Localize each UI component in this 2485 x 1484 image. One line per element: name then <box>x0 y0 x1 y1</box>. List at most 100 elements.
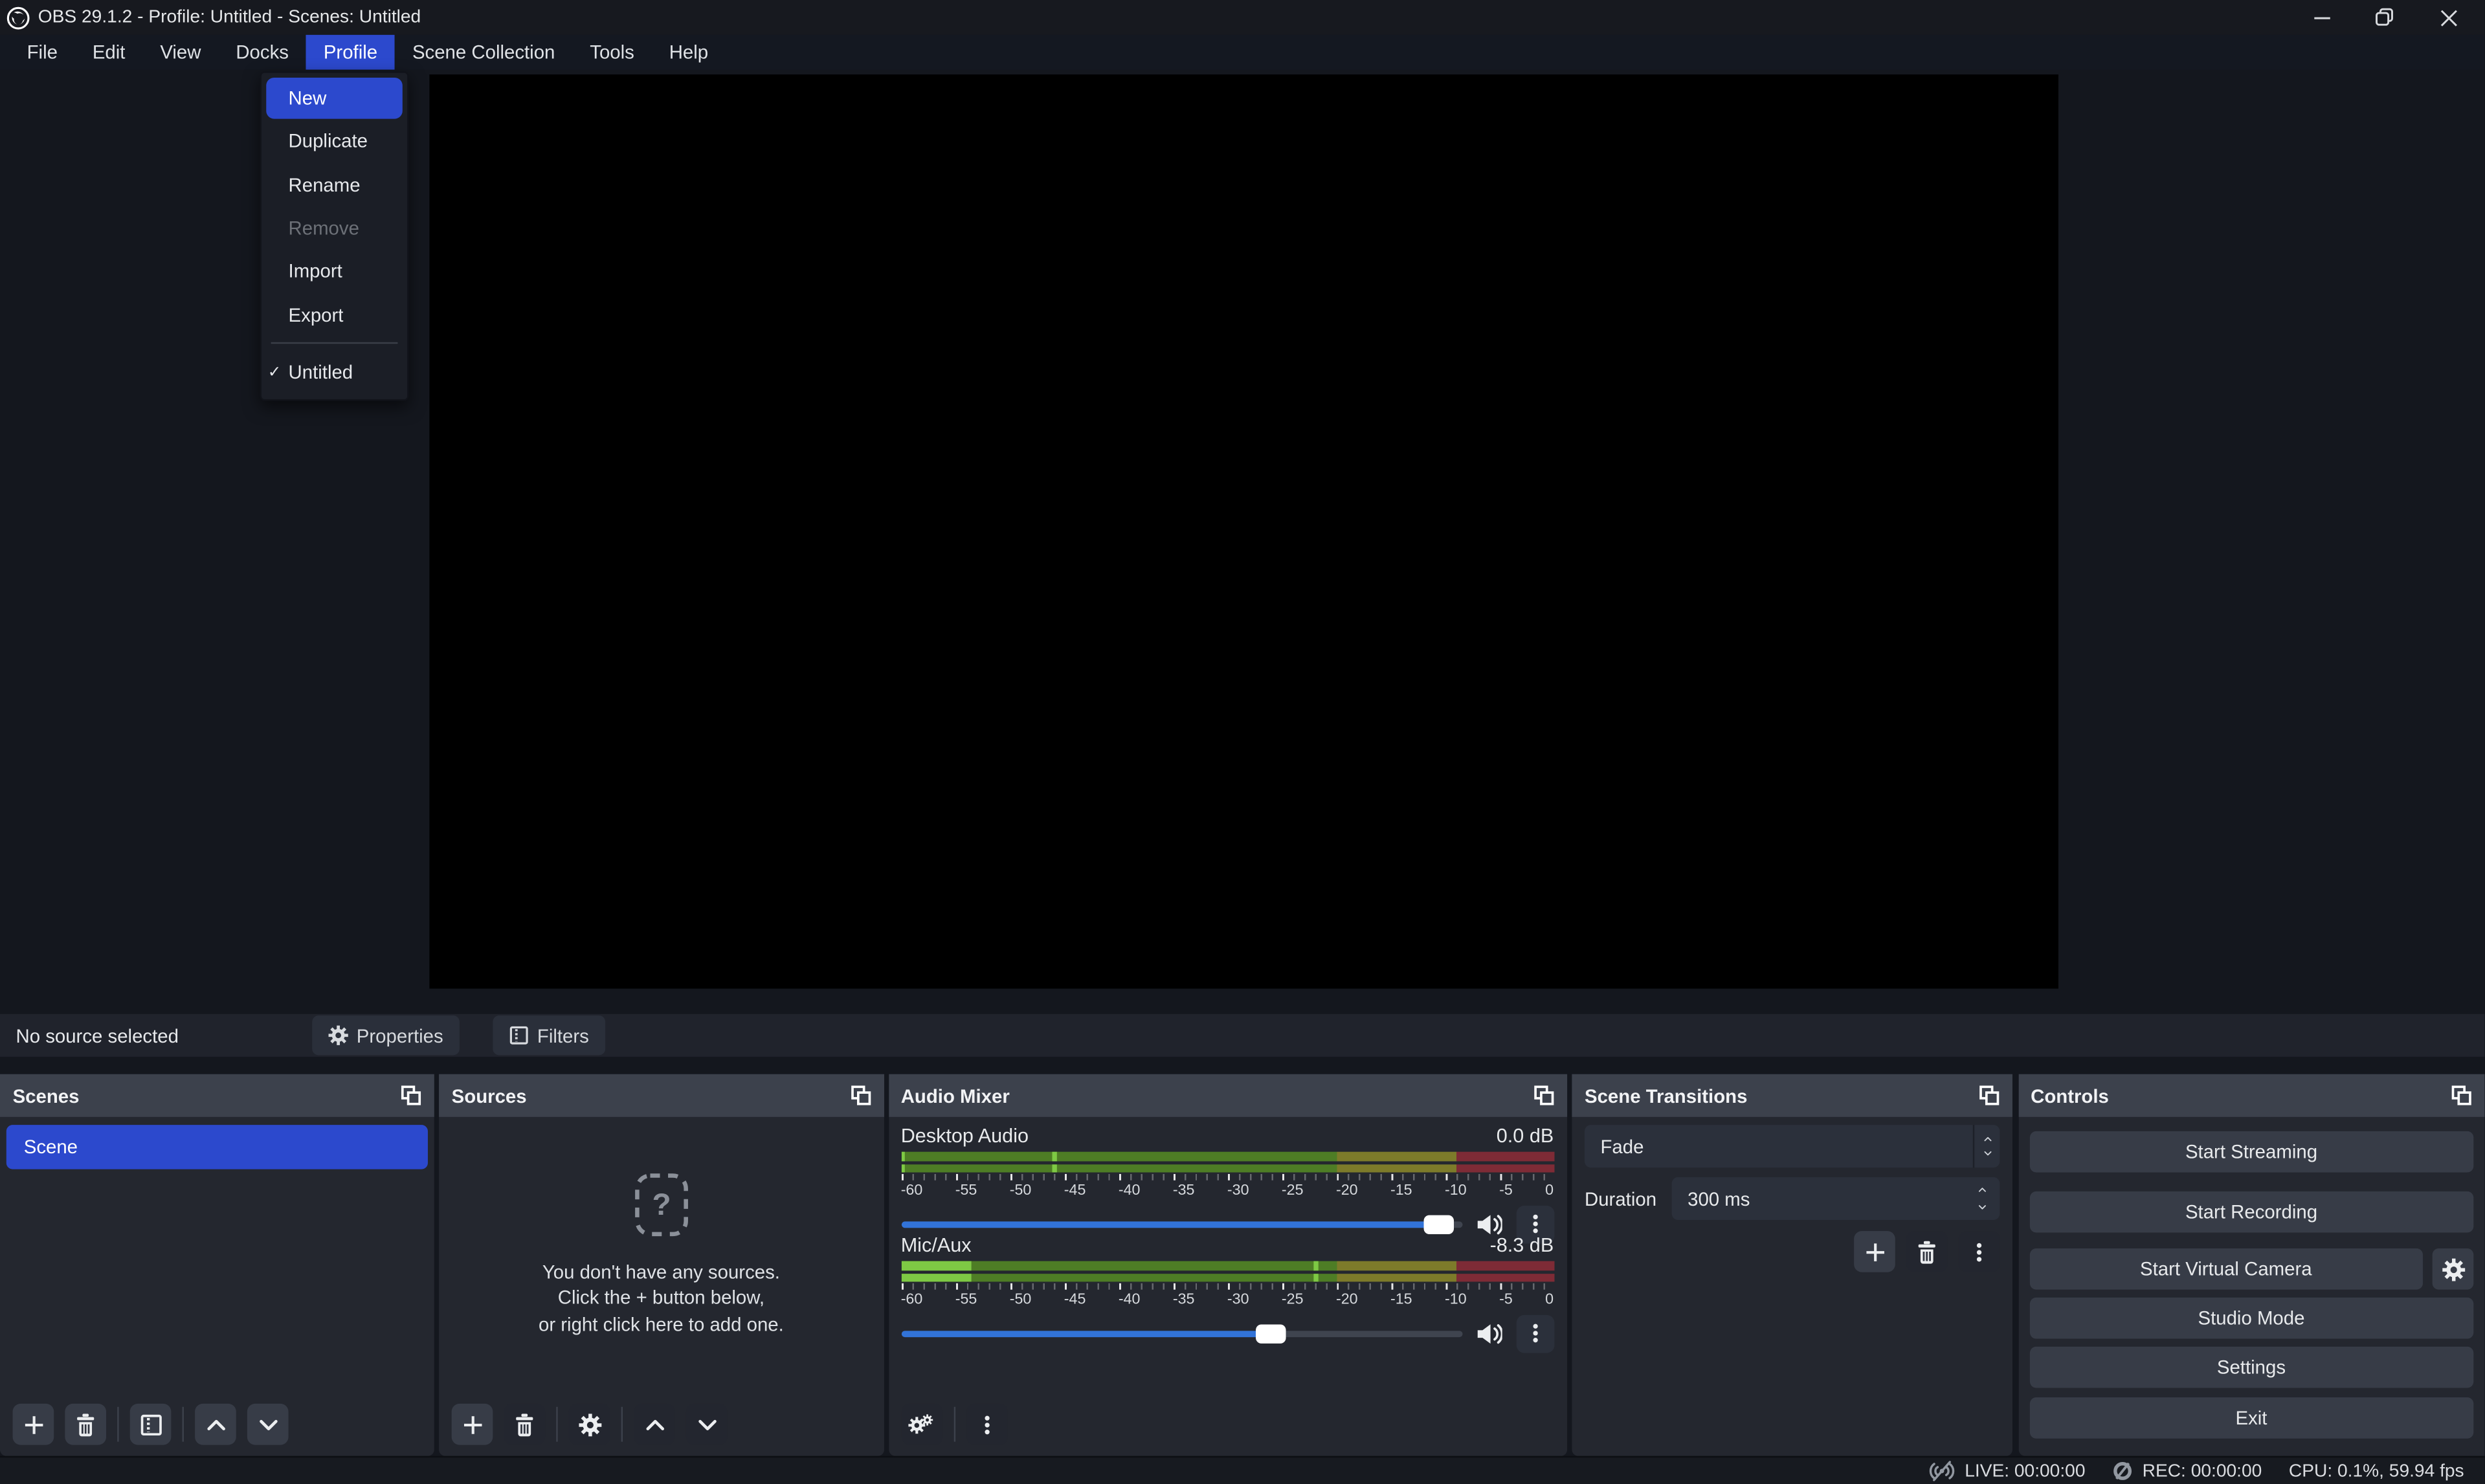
sources-empty-state[interactable]: ? You don't have any sources. Click the … <box>439 1117 884 1393</box>
properties-button[interactable]: Properties <box>312 1015 459 1055</box>
sources-dock: Sources ? You don't have any sources. Cl… <box>439 1074 884 1456</box>
volume-meter <box>901 1261 1554 1282</box>
meter-scale: -60-55 -50-45 -40-35 -30-25 -20-15 -10-5… <box>901 1290 1554 1308</box>
live-status: LIVE: 00:00:00 <box>1928 1461 2086 1481</box>
remove-transition-button[interactable] <box>1906 1231 1948 1272</box>
remove-scene-button[interactable] <box>65 1404 106 1445</box>
toolbar-separator <box>117 1407 118 1442</box>
start-streaming-button[interactable]: Start Streaming <box>2029 1131 2474 1173</box>
transition-select[interactable]: Fade <box>1585 1125 2000 1168</box>
record-inactive-icon <box>2112 1461 2133 1481</box>
add-scene-button[interactable] <box>13 1404 54 1445</box>
menu-docks[interactable]: Docks <box>218 35 306 70</box>
scene-list-item[interactable]: Scene <box>6 1125 427 1168</box>
volume-slider[interactable] <box>901 1330 1462 1336</box>
no-source-label: No source selected <box>16 1024 178 1047</box>
menu-file[interactable]: File <box>10 35 75 70</box>
menu-help[interactable]: Help <box>652 35 726 70</box>
toolbar-separator <box>556 1407 557 1442</box>
cpu-fps-stats: CPU: 0.1%, 59.94 fps <box>2289 1461 2464 1480</box>
menu-edit[interactable]: Edit <box>75 35 142 70</box>
slider-handle[interactable] <box>1256 1323 1286 1342</box>
start-recording-button[interactable]: Start Recording <box>2029 1191 2474 1233</box>
live-time: LIVE: 00:00:00 <box>1965 1461 2085 1480</box>
menu-profile[interactable]: Profile <box>306 35 395 70</box>
profile-menu-import[interactable]: Import <box>262 250 407 293</box>
settings-button[interactable]: Settings <box>2029 1347 2474 1388</box>
audio-mixer-dock-header[interactable]: Audio Mixer <box>888 1074 1566 1117</box>
empty-sources-message: You don't have any sources. Click the + … <box>539 1259 784 1338</box>
add-source-button[interactable] <box>452 1404 493 1445</box>
spinbox-arrows[interactable] <box>1974 1177 1990 1220</box>
speaker-icon[interactable] <box>1476 1213 1501 1235</box>
studio-mode-button[interactable]: Studio Mode <box>2029 1298 2474 1339</box>
volume-slider[interactable] <box>901 1221 1462 1227</box>
scenes-dock-header[interactable]: Scenes <box>0 1074 434 1117</box>
transitions-title: Scene Transitions <box>1585 1085 1747 1107</box>
profile-menu: New Duplicate Rename Remove Import Expor… <box>260 71 408 401</box>
advanced-audio-button[interactable] <box>901 1404 942 1445</box>
profile-menu-untitled[interactable]: ✓ Untitled <box>262 351 407 394</box>
close-button[interactable] <box>2437 6 2459 28</box>
restore-button[interactable] <box>2374 6 2396 28</box>
channel-db-value: -8.3 dB <box>1490 1234 1554 1256</box>
svg-text:?: ? <box>652 1187 671 1221</box>
channel-name: Desktop Audio <box>901 1125 1029 1147</box>
move-source-down-button[interactable] <box>686 1404 728 1445</box>
duration-spinbox[interactable]: 300 ms <box>1672 1177 2000 1220</box>
channel-menu-button[interactable] <box>1516 1314 1554 1353</box>
filters-button[interactable]: Filters <box>493 1015 605 1055</box>
volume-meter <box>901 1152 1554 1173</box>
popout-icon[interactable] <box>2451 1085 2472 1106</box>
duration-label: Duration <box>1585 1188 1672 1210</box>
profile-menu-export[interactable]: Export <box>262 293 407 337</box>
add-transition-button[interactable] <box>1854 1231 1895 1272</box>
sources-toolbar <box>452 1404 728 1445</box>
select-arrows[interactable] <box>1973 1125 2000 1168</box>
virtual-camera-settings-button[interactable] <box>2433 1248 2474 1290</box>
transition-selected-value: Fade <box>1585 1135 1644 1157</box>
controls-title: Controls <box>2031 1085 2109 1107</box>
popout-icon[interactable] <box>1533 1085 1554 1106</box>
popout-icon[interactable] <box>400 1085 421 1106</box>
slider-handle[interactable] <box>1424 1214 1454 1233</box>
profile-menu-duplicate[interactable]: Duplicate <box>262 120 407 163</box>
scene-filters-button[interactable] <box>130 1404 172 1445</box>
profile-menu-remove: Remove <box>262 206 407 250</box>
move-scene-down-button[interactable] <box>247 1404 289 1445</box>
exit-button[interactable]: Exit <box>2029 1397 2474 1439</box>
transitions-dock-header[interactable]: Scene Transitions <box>1572 1074 2012 1117</box>
filters-label: Filters <box>537 1024 589 1047</box>
popout-icon[interactable] <box>850 1085 871 1106</box>
controls-dock-header[interactable]: Controls <box>2018 1074 2485 1117</box>
window-buttons <box>2310 6 2478 28</box>
meter-ticks <box>901 1174 1554 1180</box>
audio-mixer-dock: Audio Mixer Desktop Audio 0.0 dB -60-55 … <box>888 1074 1566 1456</box>
scenes-toolbar <box>13 1404 289 1445</box>
menu-separator <box>271 343 398 344</box>
popout-icon[interactable] <box>1979 1085 2000 1106</box>
move-source-up-button[interactable] <box>634 1404 675 1445</box>
scenes-dock: Scenes Scene <box>0 1074 434 1456</box>
source-properties-button[interactable] <box>569 1404 610 1445</box>
remove-source-button[interactable] <box>504 1404 545 1445</box>
mixer-channel-desktop-audio: Desktop Audio 0.0 dB -60-55 -50-45 -40-3… <box>901 1125 1554 1243</box>
audio-mixer-title: Audio Mixer <box>901 1085 1010 1107</box>
menu-scene-collection[interactable]: Scene Collection <box>395 35 572 70</box>
menu-view[interactable]: View <box>142 35 218 70</box>
move-scene-up-button[interactable] <box>195 1404 236 1445</box>
sources-dock-header[interactable]: Sources <box>439 1074 884 1117</box>
start-virtual-camera-button[interactable]: Start Virtual Camera <box>2029 1248 2423 1290</box>
meter-scale: -60-55 -50-45 -40-35 -30-25 -20-15 -10-5… <box>901 1181 1554 1199</box>
profile-menu-rename[interactable]: Rename <box>262 163 407 206</box>
minimize-button[interactable] <box>2310 6 2332 28</box>
profile-menu-new[interactable]: New <box>266 77 403 118</box>
transition-menu-button[interactable] <box>1959 1231 2000 1272</box>
controls-dock: Controls Start Streaming Start Recording… <box>2018 1074 2485 1456</box>
toolbar-separator <box>953 1407 954 1442</box>
preview-canvas[interactable] <box>429 74 2058 988</box>
speaker-icon[interactable] <box>1476 1322 1501 1344</box>
question-box-icon: ? <box>634 1172 689 1237</box>
mixer-menu-button[interactable] <box>966 1404 1007 1445</box>
menu-tools[interactable]: Tools <box>572 35 651 70</box>
